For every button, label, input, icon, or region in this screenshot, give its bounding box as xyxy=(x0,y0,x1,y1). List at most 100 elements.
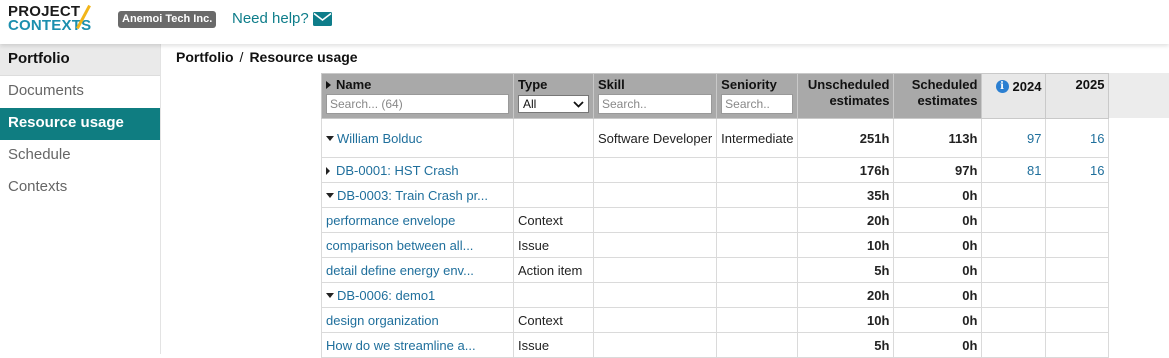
row-seniority xyxy=(716,282,799,308)
sidebar-item-schedule[interactable]: Schedule xyxy=(0,140,160,172)
row-skill xyxy=(592,257,718,283)
seniority-search-input[interactable] xyxy=(721,94,794,114)
row-name[interactable]: detail define energy env... xyxy=(326,263,474,278)
row-2025[interactable] xyxy=(1045,182,1110,208)
row-skill xyxy=(592,182,718,208)
seniority-header-label: Seniority xyxy=(721,77,777,92)
year-2025-label: 2025 xyxy=(1075,77,1105,92)
table-row[interactable]: performance envelope Context 20h 0h xyxy=(321,207,1110,233)
row-name[interactable]: comparison between all... xyxy=(326,238,473,253)
row-2024[interactable] xyxy=(981,207,1047,233)
row-name[interactable]: DB-0006: demo1 xyxy=(337,288,435,303)
row-2025[interactable] xyxy=(1045,307,1110,333)
row-name[interactable]: How do we streamline a... xyxy=(326,338,476,353)
column-header-type[interactable]: Type All xyxy=(513,73,594,119)
row-name-cell[interactable]: design organization xyxy=(321,307,514,333)
row-name[interactable]: design organization xyxy=(326,313,439,328)
row-name-cell[interactable]: DB-0006: demo1 xyxy=(321,282,514,308)
sidebar-item-resource-usage[interactable]: Resource usage xyxy=(0,108,160,140)
column-header-2025[interactable]: 2025 xyxy=(1045,73,1110,119)
sidebar: Portfolio Documents Resource usage Sched… xyxy=(0,44,161,354)
skill-search-input[interactable] xyxy=(598,94,713,114)
row-seniority xyxy=(716,207,799,233)
collapse-icon[interactable] xyxy=(326,135,334,141)
row-seniority xyxy=(716,257,799,283)
envelope-icon[interactable] xyxy=(313,12,332,26)
name-search-input[interactable] xyxy=(326,94,509,114)
row-skill xyxy=(592,157,718,183)
top-bar: PROJECT CONTEXTS Anemoi Tech Inc. Need h… xyxy=(0,0,1169,44)
table-row[interactable]: comparison between all... Issue 10h 0h xyxy=(321,232,1110,258)
column-header-scheduled[interactable]: Scheduled estimates xyxy=(893,73,983,119)
row-name-cell[interactable]: William Bolduc xyxy=(321,118,514,158)
row-unscheduled: 176h xyxy=(797,157,895,183)
sidebar-item-documents[interactable]: Documents xyxy=(0,76,160,108)
table-row[interactable]: DB-0001: HST Crash 176h 97h 81 16 xyxy=(321,157,1110,183)
row-type xyxy=(513,182,594,208)
collapse-icon[interactable] xyxy=(326,192,334,198)
row-2025[interactable]: 16 xyxy=(1045,118,1110,158)
skill-header-label: Skill xyxy=(598,77,625,92)
type-filter-select[interactable]: All xyxy=(518,95,589,113)
column-header-name[interactable]: Name xyxy=(321,73,514,119)
row-2025[interactable] xyxy=(1045,207,1110,233)
row-2024[interactable] xyxy=(981,282,1047,308)
row-unscheduled: 10h xyxy=(797,307,895,333)
row-unscheduled: 251h xyxy=(797,118,895,158)
row-name-cell[interactable]: DB-0003: Train Crash pr... xyxy=(321,182,514,208)
row-2024[interactable] xyxy=(981,307,1047,333)
row-scheduled: 0h xyxy=(893,257,983,283)
row-skill xyxy=(592,282,718,308)
row-name-cell[interactable]: DB-0001: HST Crash xyxy=(321,157,514,183)
row-name[interactable]: DB-0003: Train Crash pr... xyxy=(337,188,488,203)
row-2025[interactable] xyxy=(1045,232,1110,258)
breadcrumb-portfolio[interactable]: Portfolio xyxy=(176,49,234,65)
brand-logo[interactable]: PROJECT CONTEXTS xyxy=(8,4,91,33)
table-row[interactable]: detail define energy env... Action item … xyxy=(321,257,1110,283)
row-name[interactable]: William Bolduc xyxy=(337,131,422,146)
row-2024[interactable]: 81 xyxy=(981,157,1047,183)
sidebar-item-contexts[interactable]: Contexts xyxy=(0,172,160,204)
row-seniority xyxy=(716,307,799,333)
row-2024[interactable] xyxy=(981,257,1047,283)
breadcrumb-separator: / xyxy=(239,49,244,65)
unscheduled-header-line1: Unscheduled xyxy=(807,77,890,92)
breadcrumb-current: Resource usage xyxy=(249,49,358,65)
column-header-seniority[interactable]: Seniority xyxy=(716,73,799,119)
row-unscheduled: 10h xyxy=(797,232,895,258)
row-name[interactable]: performance envelope xyxy=(326,213,455,228)
row-2024[interactable]: 97 xyxy=(981,118,1047,158)
row-unscheduled: 20h xyxy=(797,207,895,233)
column-header-unscheduled[interactable]: Unscheduled estimates xyxy=(797,73,895,119)
row-2024[interactable] xyxy=(981,232,1047,258)
row-name-cell[interactable]: detail define energy env... xyxy=(321,257,514,283)
row-name-cell[interactable]: comparison between all... xyxy=(321,232,514,258)
row-scheduled: 0h xyxy=(893,282,983,308)
row-2025[interactable] xyxy=(1045,257,1110,283)
info-icon[interactable]: i xyxy=(995,80,1009,93)
row-name[interactable]: DB-0001: HST Crash xyxy=(336,163,459,178)
table-row[interactable]: DB-0006: demo1 20h 0h xyxy=(321,282,1110,308)
table-row[interactable]: design organization Context 10h 0h xyxy=(321,307,1110,333)
expand-all-icon[interactable] xyxy=(326,81,331,89)
row-type: Context xyxy=(513,307,594,333)
row-2025[interactable] xyxy=(1045,282,1110,308)
row-type xyxy=(513,118,594,158)
unscheduled-header-line2: estimates xyxy=(829,93,890,108)
row-2024[interactable] xyxy=(981,182,1047,208)
row-scheduled: 0h xyxy=(893,307,983,333)
column-header-skill[interactable]: Skill xyxy=(592,73,718,119)
help-link[interactable]: Need help? xyxy=(232,10,309,27)
table-row[interactable]: William Bolduc Software Developer Interm… xyxy=(321,118,1110,158)
row-name-cell[interactable]: performance envelope xyxy=(321,207,514,233)
row-skill xyxy=(592,232,718,258)
expand-icon[interactable] xyxy=(326,166,330,175)
row-skill xyxy=(592,207,718,233)
row-2025[interactable]: 16 xyxy=(1045,157,1110,183)
table-row[interactable]: DB-0003: Train Crash pr... 35h 0h xyxy=(321,182,1110,208)
column-header-2024[interactable]: i 2024 xyxy=(981,73,1047,119)
row-type xyxy=(513,157,594,183)
sidebar-item-portfolio[interactable]: Portfolio xyxy=(0,44,160,76)
collapse-icon[interactable] xyxy=(326,292,334,298)
row-scheduled: 0h xyxy=(893,182,983,208)
